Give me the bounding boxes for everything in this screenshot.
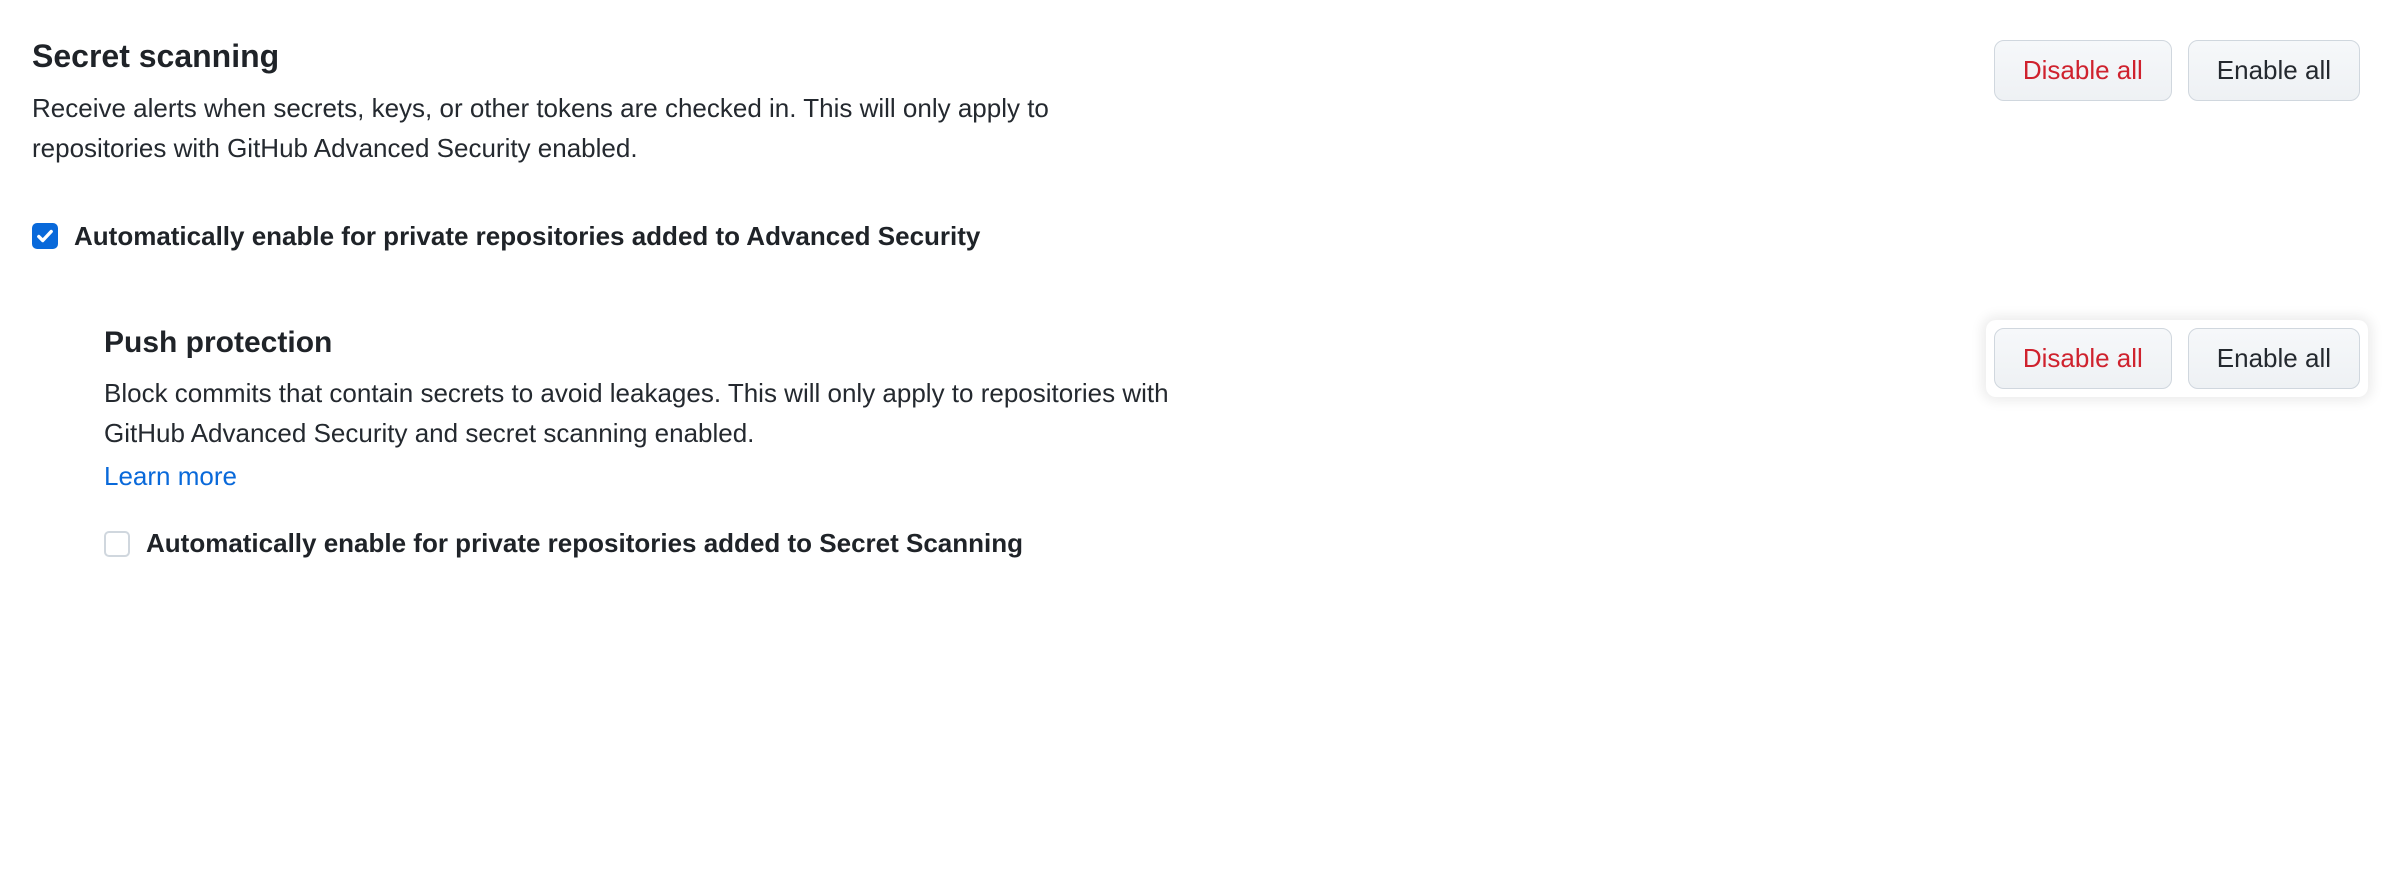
secret-scanning-text: Secret scanning Receive alerts when secr… (32, 32, 1132, 169)
push-protection-title: Push protection (104, 320, 1204, 365)
push-protection-section: Push protection Block commits that conta… (32, 320, 2368, 497)
secret-scanning-enable-all-button[interactable]: Enable all (2188, 40, 2360, 101)
push-protection-disable-all-button[interactable]: Disable all (1994, 328, 2172, 389)
secret-scanning-auto-enable-row: Automatically enable for private reposit… (32, 217, 2368, 256)
secret-scanning-disable-all-button[interactable]: Disable all (1994, 40, 2172, 101)
push-protection-learn-more-link[interactable]: Learn more (104, 457, 237, 496)
secret-scanning-title: Secret scanning (32, 32, 1132, 80)
secret-scanning-auto-enable-label: Automatically enable for private reposit… (74, 217, 980, 256)
push-protection-button-group: Disable all Enable all (1986, 320, 2368, 397)
secret-scanning-description: Receive alerts when secrets, keys, or ot… (32, 88, 1132, 169)
push-protection-text: Push protection Block commits that conta… (104, 320, 1204, 497)
push-protection-enable-all-button[interactable]: Enable all (2188, 328, 2360, 389)
secret-scanning-button-group: Disable all Enable all (1986, 32, 2368, 109)
push-protection-auto-enable-row: Automatically enable for private reposit… (32, 524, 2368, 563)
secret-scanning-auto-enable-checkbox[interactable] (32, 223, 58, 249)
push-protection-description: Block commits that contain secrets to av… (104, 373, 1204, 454)
push-protection-auto-enable-label: Automatically enable for private reposit… (146, 524, 1023, 563)
push-protection-auto-enable-checkbox[interactable] (104, 531, 130, 557)
secret-scanning-section: Secret scanning Receive alerts when secr… (32, 32, 2368, 169)
check-icon (36, 227, 54, 245)
